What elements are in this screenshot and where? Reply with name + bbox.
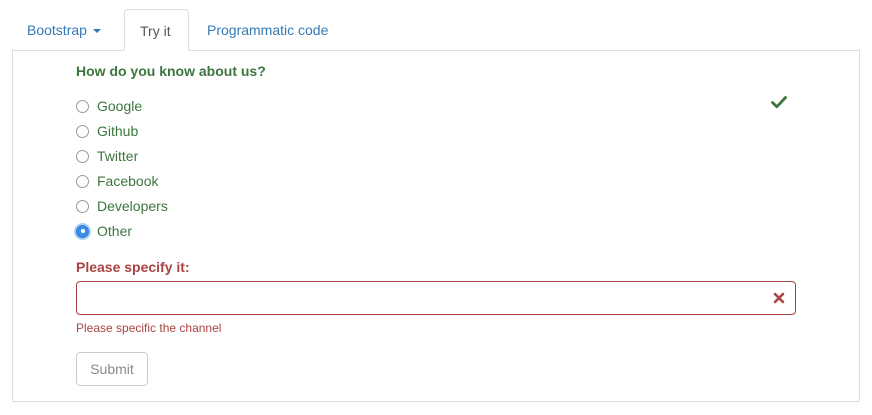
tab-bootstrap[interactable]: Bootstrap bbox=[12, 9, 116, 51]
radio-label: Facebook bbox=[97, 173, 159, 189]
radio-label: Developers bbox=[97, 198, 168, 214]
radio-label: Google bbox=[97, 98, 143, 114]
tab-programmatic-code-label: Programmatic code bbox=[207, 22, 329, 38]
specify-label: Please specify it: bbox=[76, 259, 190, 275]
radio-label: Github bbox=[97, 123, 139, 139]
radio-button[interactable] bbox=[76, 149, 89, 163]
radio-github[interactable]: Github bbox=[74, 121, 138, 141]
check-icon bbox=[771, 96, 787, 109]
radio-twitter[interactable]: Twitter bbox=[74, 146, 138, 166]
submit-button[interactable]: Submit bbox=[76, 352, 148, 386]
x-icon bbox=[773, 292, 785, 304]
radio-other[interactable]: Other bbox=[74, 221, 132, 241]
caret-down-icon bbox=[92, 29, 101, 34]
radio-facebook[interactable]: Facebook bbox=[74, 171, 158, 191]
tab-programmatic-code[interactable]: Programmatic code bbox=[192, 9, 343, 51]
radio-label: Other bbox=[97, 223, 133, 239]
tab-try-it-label: Try it bbox=[140, 23, 171, 39]
radio-button[interactable] bbox=[76, 99, 89, 113]
error-message: Please specific the channel bbox=[76, 321, 222, 335]
specify-input[interactable] bbox=[76, 281, 796, 315]
radio-button[interactable] bbox=[76, 124, 89, 138]
radio-developers[interactable]: Developers bbox=[74, 196, 168, 216]
question-label: How do you know about us? bbox=[76, 63, 266, 79]
specify-field-wrapper bbox=[76, 281, 796, 315]
tab-bar: Bootstrap Try it Programmatic code bbox=[12, 9, 860, 51]
tab-try-it[interactable]: Try it bbox=[124, 9, 189, 51]
tab-bootstrap-label: Bootstrap bbox=[27, 22, 87, 38]
radio-google[interactable]: Google bbox=[74, 96, 142, 116]
radio-button-checked[interactable] bbox=[76, 224, 89, 238]
radio-button[interactable] bbox=[76, 174, 89, 188]
radio-label: Twitter bbox=[97, 148, 139, 164]
radio-button[interactable] bbox=[76, 199, 89, 213]
